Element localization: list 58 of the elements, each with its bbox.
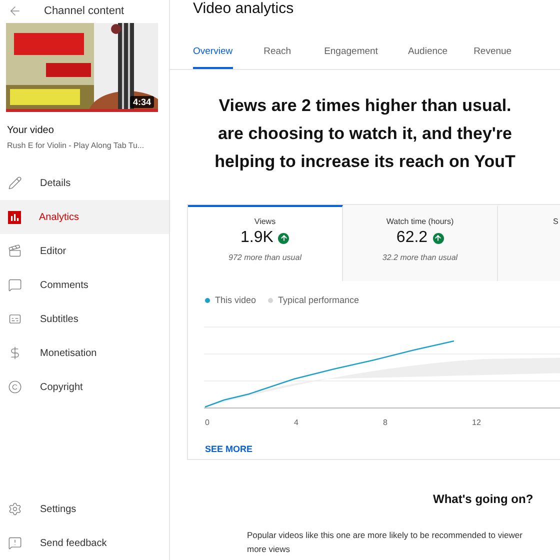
clapperboard-icon [8,244,22,258]
nav-item[interactable]: Monetisation [0,336,169,370]
tab[interactable]: Audience [408,40,448,69]
legend-label: This video [215,295,256,305]
metric-note: 972 more than usual [228,253,302,262]
dollar-icon [8,346,22,360]
metric-label: Watch time (hours) [386,217,454,226]
metric-label: S [553,217,558,226]
nav-item[interactable]: Send feedback [0,526,169,560]
settings-icon [8,502,22,516]
sidebar-header: Channel content [44,5,124,17]
nav-label: Editor [40,246,66,256]
legend-label: Typical performance [278,295,360,305]
metric-note: 32.2 more than usual [382,253,458,262]
video-thumbnail[interactable]: 4:34 [6,23,158,112]
see-more-link[interactable]: SEE MORE [205,444,253,454]
comment-icon [8,278,22,292]
nav-label: Analytics [39,212,80,222]
axis-tick-label: 12 [472,418,481,427]
nav-item[interactable]: Subtitles [0,302,169,336]
nav-label: Details [40,178,71,188]
nav-item[interactable]: Editor [0,234,169,268]
explanation-text: Popular videos like this one are more likely to be recommended to viewer more views [247,529,524,556]
nav-label: Subtitles [40,314,78,324]
axis-tick-label: 8 [383,418,388,427]
analytics-icon [8,210,21,224]
metric-tab[interactable]: Views 1.9K 972 more than usual [188,205,343,281]
metric-tab[interactable]: Watch time (hours) 62.2 32.2 more than usual [343,205,498,281]
nav-item[interactable]: Comments [0,268,169,302]
nav-label: Settings [40,504,76,514]
metric-value: 1.9K [240,229,274,247]
axis-tick-label: 4 [294,418,298,427]
nav-item[interactable]: Details [0,166,169,200]
metric-tab[interactable]: S [498,205,560,281]
feedback-icon [8,536,22,550]
copyright-icon [8,380,22,394]
axis-tick-label: 0 [205,418,210,427]
tab[interactable]: Revenue [474,40,512,69]
metric-label: Views [254,217,276,226]
video-title: Rush E for Violin - Play Along Tab Tu... [7,141,146,150]
metric-value: 62.2 [396,229,428,247]
tab[interactable]: Reach [264,40,292,69]
your-video-label: Your video [7,125,55,136]
nav-label: Comments [40,280,88,290]
duration-badge: 4:34 [130,96,154,108]
nav-item[interactable]: Settings [0,492,169,526]
nav-label: Send feedback [40,538,107,548]
subtitles-icon [8,312,22,326]
nav-label: Monetisation [40,348,97,358]
page-title: Video analytics [192,0,295,19]
nav-item[interactable]: Copyright [0,370,169,404]
headline: Views are 2 times higher than usual. are choosing to watch it, and they're helping to increase its reach on YouT [214,95,516,173]
pencil-icon [8,176,22,190]
tab[interactable]: Engagement [324,40,378,69]
tab[interactable]: Overview [193,40,233,69]
section-title: What's going on? [433,492,534,506]
nav-item[interactable]: Analytics [0,200,169,234]
nav-label: Copyright [40,382,83,392]
